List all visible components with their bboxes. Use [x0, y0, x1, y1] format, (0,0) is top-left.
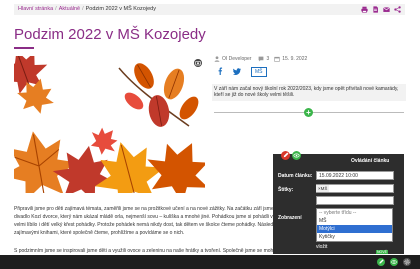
user-icon — [214, 56, 220, 62]
panel-insert-link[interactable]: vložit — [316, 244, 327, 250]
article-tag[interactable]: MŠ — [251, 67, 267, 77]
dropdown-option[interactable]: MŠ — [317, 217, 392, 225]
dropdown-option-selected[interactable]: Motýlci — [317, 225, 392, 233]
facebook-icon[interactable] — [217, 67, 223, 77]
comment-count: 3 — [266, 56, 270, 62]
admin-bottom-bar — [0, 255, 420, 269]
tag-search-input[interactable] — [316, 196, 394, 205]
article-perex: V září nám začal nový školní rok 2022/20… — [214, 86, 399, 98]
view-icon[interactable] — [390, 258, 398, 266]
article-author: OI Developer — [222, 56, 252, 62]
calendar-icon — [274, 56, 280, 62]
breadcrumb-bar: Hlavní stránka / Aktuálně / Podzim 2022 v MŠ… — [14, 4, 405, 15]
breadcrumb: Hlavní stránka / Aktuálně / Podzim 2022 v MŠ… — [18, 6, 156, 13]
mail-icon[interactable] — [383, 6, 390, 13]
display-label: Zobrazení — [278, 215, 302, 221]
tag-chip[interactable]: ×MŠ — [316, 185, 330, 192]
breadcrumb-home-link[interactable]: Hlavní stránka — [18, 6, 53, 12]
share-row: MŠ — [217, 67, 267, 77]
view-icon[interactable] — [292, 151, 301, 160]
breadcrumb-separator: / — [55, 6, 57, 12]
title-underline — [14, 47, 34, 49]
dropdown-option[interactable]: Kytičky — [317, 233, 392, 241]
breadcrumb-separator: / — [82, 6, 84, 12]
pdf-icon[interactable] — [372, 6, 379, 13]
panel-heading: Ovládání článku — [351, 158, 390, 164]
dropdown-option[interactable]: -- vyberte třídu -- — [317, 209, 392, 217]
comment-icon — [258, 56, 264, 62]
breadcrumb-current: Podzim 2022 v MŠ Kozojedy — [85, 6, 156, 12]
article-date: 15. 9. 2022 — [282, 56, 308, 62]
edit-icon[interactable] — [281, 151, 290, 160]
tags-label: Štítky: — [278, 187, 294, 193]
gallery-icon[interactable] — [194, 59, 202, 67]
page-tools — [361, 6, 401, 13]
print-icon[interactable] — [361, 6, 368, 13]
date-label: Datum článku: — [278, 173, 313, 179]
autumn-leaves-illustration — [14, 56, 205, 193]
article-meta: OI Developer 3 15. 9. 2022 — [214, 56, 307, 62]
class-dropdown[interactable]: -- vyberte třídu -- MŠ Motýlci Kytičky — [316, 208, 393, 242]
article-photo[interactable] — [14, 56, 205, 193]
share-icon[interactable] — [394, 6, 401, 13]
gear-icon[interactable] — [403, 258, 411, 266]
date-input[interactable]: 15.09.2022 10:00 — [316, 171, 394, 180]
breadcrumb-section-link[interactable]: Aktuálně — [59, 6, 80, 12]
add-block-button[interactable]: + — [304, 108, 313, 117]
twitter-icon[interactable] — [233, 67, 241, 77]
new-badge: NOVÉ — [376, 250, 388, 254]
page-title: Podzim 2022 v MŠ Kozojedy — [14, 26, 206, 43]
edit-icon[interactable] — [377, 258, 385, 266]
